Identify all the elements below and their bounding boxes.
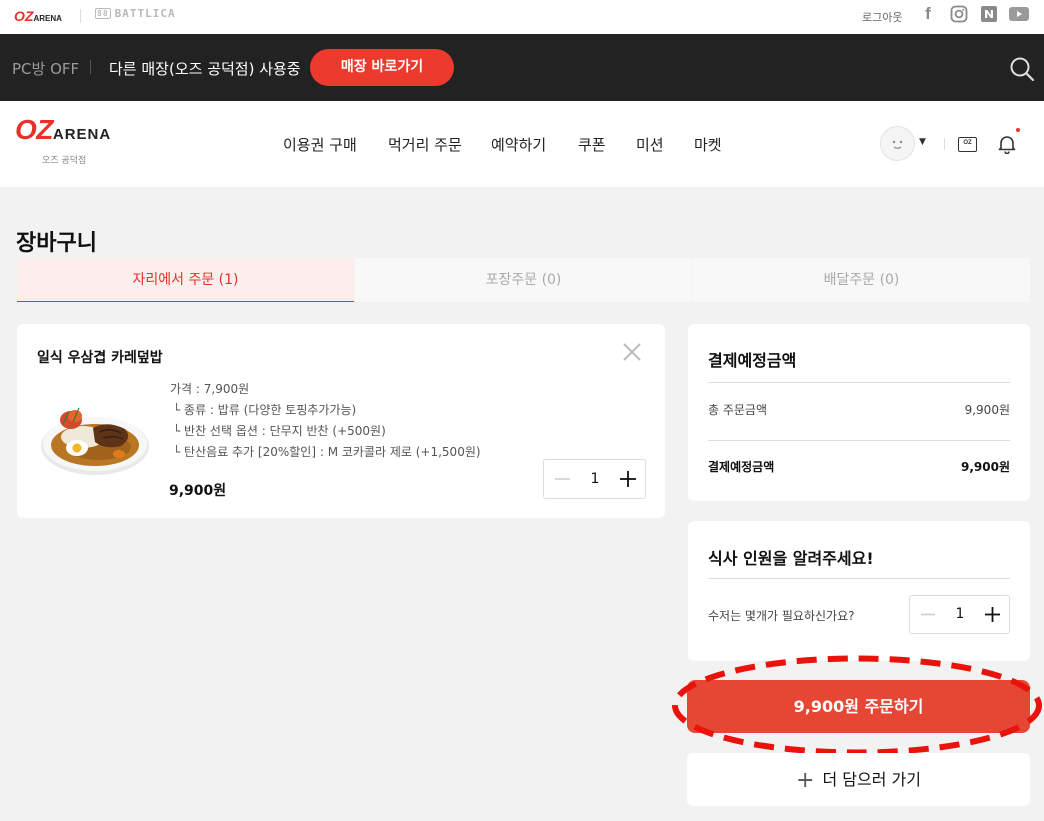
close-icon[interactable]	[622, 342, 642, 362]
nav-market[interactable]: 마켓	[694, 134, 722, 155]
plus-icon: +	[796, 768, 815, 793]
nav-mission[interactable]: 미션	[636, 134, 664, 155]
utensils-stepper: 1	[909, 595, 1010, 634]
store-in-use-message: 다른 매장(오즈 공덕점) 사용중	[109, 60, 301, 78]
tab-takeout[interactable]: 포장주문 (0)	[355, 258, 692, 302]
nav-ticket-purchase[interactable]: 이용권 구매	[283, 134, 357, 155]
minus-icon[interactable]	[910, 596, 945, 633]
nav-food-order[interactable]: 먹거리 주문	[388, 134, 462, 155]
main-header: OZARENA 오즈 공덕점 이용권 구매 먹거리 주문 예약하기 쿠폰 미션 …	[0, 101, 1044, 187]
facebook-icon[interactable]: f	[921, 4, 935, 24]
divider	[90, 60, 91, 74]
divider	[708, 382, 1010, 383]
minus-icon[interactable]	[544, 460, 580, 498]
payment-amount-value: 9,900원	[961, 460, 1010, 474]
food-image	[39, 394, 151, 478]
item-option: └ 반찬 선택 옵션 : 단무지 반찬 (+500원)	[173, 424, 386, 438]
payment-summary-card: 결제예정금액 총 주문금액 9,900원 결제예정금액 9,900원	[688, 324, 1030, 501]
branch-name: 오즈 공덕점	[42, 156, 87, 166]
youtube-icon[interactable]	[1009, 4, 1029, 24]
oz-arena-logo[interactable]: OZARENA 오즈 공덕점	[15, 116, 125, 167]
nav-coupon[interactable]: 쿠폰	[578, 134, 606, 155]
top-utility-bar: OZARENA 88 BATTLICA 로그아웃 f	[0, 0, 1044, 34]
divider	[708, 578, 1010, 579]
page-title: 장바구니	[16, 231, 97, 256]
item-option: └ 탄산음료 추가 [20%할인] : M 코카콜라 제로 (+1,500원)	[173, 445, 481, 459]
item-total-price: 9,900원	[169, 483, 227, 499]
summary-title: 결제예정금액	[708, 351, 797, 370]
logout-link[interactable]: 로그아웃	[862, 9, 902, 25]
avatar[interactable]	[880, 126, 915, 161]
chevron-down-icon[interactable]: ▼	[919, 137, 926, 147]
plus-icon[interactable]	[610, 460, 646, 498]
order-type-tabs: 자리에서 주문 (1) 포장주문 (0) 배달주문 (0)	[17, 258, 1030, 302]
tab-delivery[interactable]: 배달주문 (0)	[693, 258, 1030, 302]
notification-dot	[1016, 128, 1020, 132]
order-amount-label: 총 주문금액	[708, 403, 768, 417]
battlica-logo[interactable]: 88 BATTLICA	[95, 7, 176, 20]
diners-title: 식사 인원을 알려주세요!	[708, 549, 874, 568]
item-price: 가격 : 7,900원	[170, 382, 250, 396]
add-more-button[interactable]: + 더 담으러 가기	[687, 753, 1030, 806]
quantity-stepper: 1	[543, 459, 646, 499]
naver-icon[interactable]	[981, 4, 997, 24]
bell-icon[interactable]	[998, 134, 1016, 155]
store-notice-bar: PC방 OFF 다른 매장(오즈 공덕점) 사용중 매장 바로가기	[0, 34, 1044, 101]
search-icon[interactable]	[1008, 55, 1036, 83]
pc-status: PC방 OFF	[12, 60, 80, 78]
divider	[708, 440, 1010, 441]
instagram-icon[interactable]	[950, 4, 968, 24]
item-name: 일식 우삼겹 카레덮밥	[37, 350, 163, 366]
oz-arena-small-logo[interactable]: OZARENA	[14, 8, 62, 24]
go-to-store-button[interactable]: 매장 바로가기	[310, 49, 454, 86]
diners-card: 식사 인원을 알려주세요! 수저는 몇개가 필요하신가요? 1	[688, 521, 1030, 661]
utensils-question: 수저는 몇개가 필요하신가요?	[708, 609, 855, 623]
utensils-count: 1	[955, 606, 965, 622]
divider	[80, 9, 81, 23]
plus-icon[interactable]	[975, 596, 1010, 633]
cart-item-card: 일식 우삼겹 카레덮밥 가격 : 7,900원 └ 종류 : 밥류 (다양한 토…	[17, 324, 665, 518]
item-option: └ 종류 : 밥류 (다양한 토핑추가가능)	[173, 403, 357, 417]
place-order-button[interactable]: 9,900원 주문하기	[687, 680, 1030, 733]
oz-card-icon[interactable]: OZ	[958, 137, 977, 152]
tab-dine-in[interactable]: 자리에서 주문 (1)	[17, 258, 354, 302]
nav-reservation[interactable]: 예약하기	[491, 134, 546, 155]
payment-amount-label: 결제예정금액	[708, 460, 775, 474]
divider	[944, 138, 945, 150]
quantity-value: 1	[590, 471, 600, 487]
order-amount-value: 9,900원	[964, 403, 1010, 417]
